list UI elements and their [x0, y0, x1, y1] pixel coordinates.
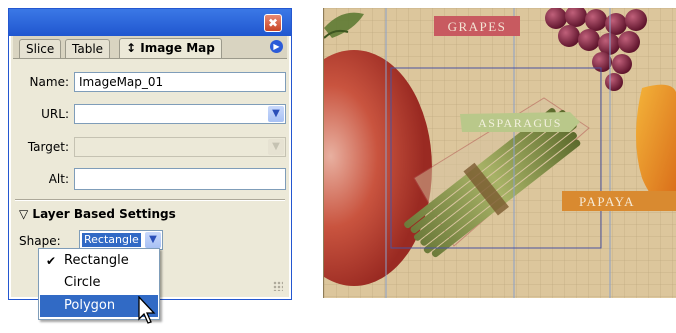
option-label: Rectangle — [64, 253, 129, 268]
artwork-svg: GRAPES ASPARAGUS PAPAYA — [324, 8, 676, 298]
layer-settings-header[interactable]: ▽ Layer Based Settings — [19, 207, 176, 221]
chevron-down-icon[interactable]: ▼ — [145, 232, 161, 248]
option-label: Circle — [64, 275, 101, 290]
option-rectangle[interactable]: ✔ Rectangle — [40, 250, 158, 272]
papaya-label: PAPAYA — [579, 194, 635, 209]
asparagus-label: ASPARAGUS — [478, 116, 562, 130]
alt-label: Alt: — [48, 172, 69, 186]
shape-select[interactable]: Rectangle ▼ — [79, 230, 163, 250]
shape-selected-value: Rectangle — [82, 233, 141, 247]
tab-menu-icon[interactable]: ▶ — [270, 40, 283, 53]
url-label: URL: — [41, 107, 69, 121]
pointer-cursor-icon — [138, 296, 156, 324]
triangle-down-icon: ▽ — [19, 207, 29, 221]
chevron-down-icon[interactable]: ▼ — [268, 106, 284, 122]
option-circle[interactable]: Circle — [40, 272, 158, 294]
name-field[interactable]: ImageMap_01 — [74, 72, 286, 92]
palette-titlebar[interactable]: ✖ — [9, 9, 291, 36]
shape-label: Shape: — [19, 234, 61, 248]
tab-image-map[interactable]: ↕ Image Map — [119, 38, 222, 58]
tab-strip: Slice Table ↕ Image Map ▶ — [13, 36, 287, 59]
name-label: Name: — [29, 75, 69, 89]
section-divider — [15, 199, 285, 201]
target-label: Target: — [27, 140, 69, 154]
layer-settings-title: Layer Based Settings — [32, 207, 176, 221]
artwork-canvas[interactable]: GRAPES ASPARAGUS PAPAYA — [323, 8, 676, 298]
tab-slice[interactable]: Slice — [19, 39, 62, 58]
option-label: Polygon — [64, 298, 116, 313]
resize-grip[interactable] — [273, 281, 283, 291]
close-icon[interactable]: ✖ — [264, 14, 282, 32]
check-icon: ✔ — [46, 254, 57, 268]
url-combo[interactable]: ▼ — [74, 104, 286, 124]
alt-field[interactable] — [74, 168, 286, 190]
grapes-label: GRAPES — [448, 19, 507, 34]
tab-table[interactable]: Table — [65, 39, 111, 58]
target-combo: ▼ — [74, 137, 286, 157]
chevron-down-icon: ▼ — [268, 139, 284, 155]
